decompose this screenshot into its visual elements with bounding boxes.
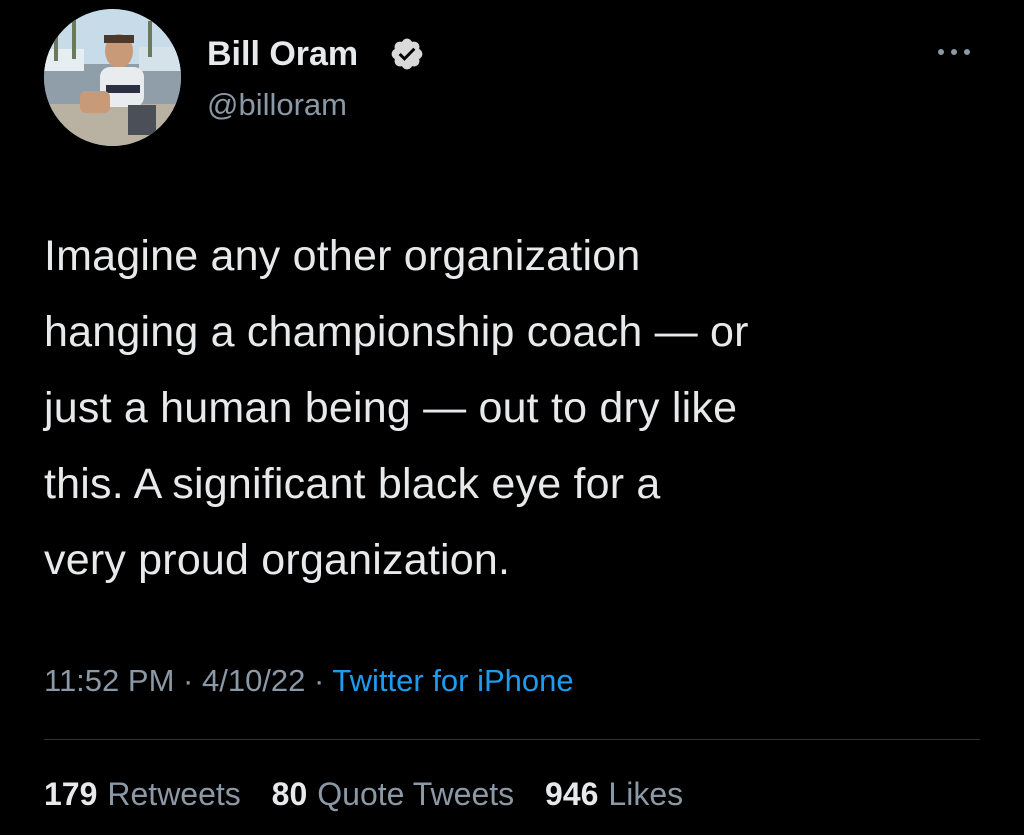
likes-label: Likes [608,776,684,812]
tweet-line: this. A significant black eye for a [44,460,661,508]
verified-badge-icon [391,38,423,70]
tweet-line: Imagine any other organization [44,232,641,280]
tweet-stats: 179 Retweets 80 Quote Tweets 946 Likes [44,774,705,814]
quote-tweets-label: Quote Tweets [317,776,515,812]
tweet-line: just a human being — out to dry like [44,384,738,432]
more-options-icon[interactable] [934,40,974,64]
tweet-line: hanging a championship coach — or [44,308,749,356]
tweet-line: very proud organization. [44,536,511,584]
tweet-date[interactable]: 4/10/22 [202,663,305,698]
retweets-count: 179 [44,776,98,812]
quote-tweets-count: 80 [271,776,308,812]
tweet-source-link[interactable]: Twitter for iPhone [332,663,573,698]
divider [44,739,980,740]
meta-separator: · [183,663,194,698]
avatar[interactable] [44,9,181,146]
retweets-label: Retweets [107,776,241,812]
display-name[interactable]: Bill Oram [207,34,358,74]
tweet-text: Imagine any other organization hanging a… [44,218,994,598]
tweet-meta: 11:52 PM · 4/10/22 · Twitter for iPhone [44,661,574,701]
likes-stat[interactable]: 946 Likes [545,776,683,812]
retweets-stat[interactable]: 179 Retweets [44,776,241,812]
avatar-photo [44,9,181,146]
tweet-time[interactable]: 11:52 PM [44,663,174,698]
quote-tweets-stat[interactable]: 80 Quote Tweets [272,776,514,812]
likes-count: 946 [545,776,599,812]
user-handle[interactable]: @billoram [207,86,347,124]
meta-separator: · [314,663,325,698]
